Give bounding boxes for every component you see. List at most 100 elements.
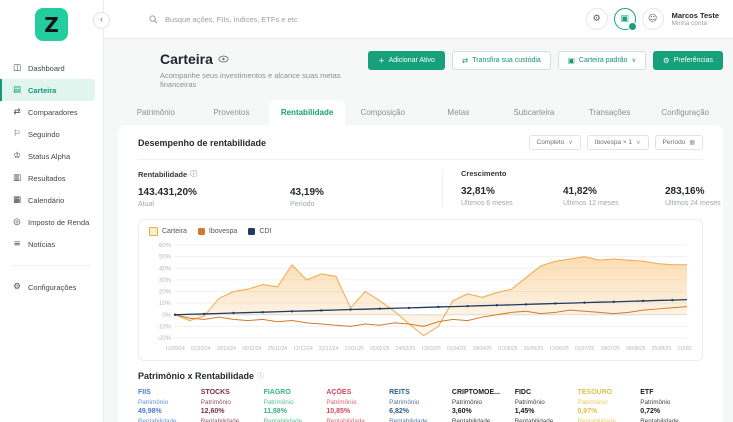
sidebar-item-seguindo[interactable]: ⚐ Seguindo: [0, 123, 103, 145]
svg-text:06/11/24: 06/11/24: [242, 346, 261, 352]
sidebar-item-label: Imposto de Renda: [28, 218, 89, 227]
search-input[interactable]: [163, 14, 357, 25]
header-button-adicionar-ativo[interactable]: + Adicionar Ativo: [368, 51, 445, 70]
topbar-icon-group: ⚙ ▣ ☺: [586, 8, 664, 30]
sidebar-item-carteira[interactable]: ▤Carteira: [0, 79, 95, 101]
sidebar-item-noticias[interactable]: ≡Notícias: [0, 233, 103, 255]
sidebar-item-label: Resultados: [28, 174, 66, 183]
legend-item-cdi[interactable]: CDI: [248, 228, 271, 235]
info-icon[interactable]: ⓘ: [190, 169, 197, 179]
search-icon: [149, 15, 158, 24]
svg-text:25/08/25: 25/08/25: [652, 346, 672, 352]
legend-swatch: [149, 227, 158, 236]
allocation-name: AÇÕES: [326, 388, 389, 398]
stat-caption: Últimos 6 meses: [461, 199, 563, 208]
svg-text:01/07/25: 01/07/25: [575, 346, 595, 352]
svg-text:01/10/24: 01/10/24: [191, 346, 211, 352]
gear-icon-button[interactable]: ⚙: [586, 8, 608, 30]
info-icon[interactable]: ⓘ: [257, 371, 264, 381]
tab-metas[interactable]: Metas: [421, 100, 497, 125]
svg-text:25/11/24: 25/11/24: [268, 346, 287, 352]
performance-chart: CarteiraIbovespaCDI 60%50%40%30%20%10%0%…: [138, 219, 703, 361]
svg-text:31/12/24: 31/12/24: [319, 346, 339, 352]
tab-proventos[interactable]: Proventos: [194, 100, 270, 125]
sidebar-item-comparadores[interactable]: ⇄Comparadores: [0, 101, 103, 123]
crescimento-stats: 32,81%Últimos 6 meses41,82%Últimos 12 me…: [461, 185, 723, 208]
rentabilidade-label: Rentabilidade: [326, 417, 389, 422]
svg-text:12/09/24: 12/09/24: [165, 346, 185, 352]
allocation-name: STOCKS: [201, 388, 264, 398]
briefcase-icon: ▣: [568, 56, 575, 65]
allocation-name: FIDC: [515, 388, 578, 398]
header-button-label: Adicionar Ativo: [389, 57, 435, 64]
tab-subcarteira[interactable]: Subcarteira: [496, 100, 572, 125]
sidebar: Z ‹ ◫Dashboard▤Carteira⇄Comparadores⚐Seg…: [0, 0, 104, 422]
stat-block: 43,19%Período: [290, 186, 442, 209]
rentabilidade-label: Rentabilidade: [201, 417, 264, 422]
sidebar-item-resultados[interactable]: ▥Resultados: [0, 167, 103, 189]
tab-composicao[interactable]: Composição: [345, 100, 421, 125]
legend-label: Ibovespa: [209, 228, 237, 235]
legend-swatch: [198, 228, 205, 235]
calendar-icon: ▦: [12, 195, 22, 205]
stat-caption: Últimos 24 meses: [665, 199, 723, 208]
stat-caption: Período: [290, 200, 442, 209]
settings-icon: ⚙: [12, 282, 22, 292]
patrimonio-value: 1,45%: [515, 407, 578, 417]
patrimonio-label: Patrimônio: [389, 398, 452, 407]
header-button-carteira-padrao[interactable]: ▣Carteira padrão∨: [558, 51, 646, 70]
stats-divider: [442, 171, 443, 207]
plus-icon: +: [378, 56, 384, 65]
filter-periodo[interactable]: Período▦: [655, 135, 703, 150]
allocation-item-criptomoe: CRIPTOMOE...Patrimônio3,60%Rentabilidade…: [452, 388, 515, 422]
app-logo[interactable]: Z: [35, 8, 68, 41]
svg-text:40%: 40%: [159, 266, 172, 272]
allocation-name: ETF: [640, 388, 703, 398]
stat-value: 43,19%: [290, 186, 442, 200]
stat-block: 143.431,20%Atual: [138, 186, 290, 209]
sidebar-item-configuracoes[interactable]: ⚙Configurações: [0, 276, 103, 298]
status-alpha-icon: ♔: [12, 151, 22, 161]
svg-text:07/05/25: 07/05/25: [498, 346, 518, 352]
allocation-item-acoes: AÇÕESPatrimônio10,85%Rentabilidade-94,65…: [326, 388, 389, 422]
patrimonio-value: 0,97%: [577, 407, 640, 417]
rentabilidade-label: Rentabilidade: [577, 417, 640, 422]
header-button-preferencias[interactable]: ⚙Preferências: [653, 51, 723, 70]
filter-completo[interactable]: Completo∨: [529, 135, 581, 150]
header-button-transfira-sua-custodia[interactable]: ⇄Transfira sua custódia: [452, 51, 551, 70]
sidebar-nav: ◫Dashboard▤Carteira⇄Comparadores ⚐ Seguind…: [0, 57, 103, 255]
sidebar-collapse-button[interactable]: ‹: [93, 12, 110, 29]
filter-ibovespa-1[interactable]: Ibovespa × 1∨: [587, 135, 649, 150]
user-menu[interactable]: Marcos Teste Minha conta: [672, 11, 719, 28]
sidebar-item-dashboard[interactable]: ◫Dashboard: [0, 57, 103, 79]
page-header: Carteira Acompanhe seus investimentos e …: [103, 38, 733, 89]
stat-block: 283,16%Últimos 24 meses: [665, 185, 723, 208]
sidebar-divider: [12, 265, 91, 266]
sidebar-item-imposto-de-renda[interactable]: ◎Imposto de Renda: [0, 211, 103, 233]
svg-text:-10%: -10%: [157, 324, 172, 330]
sidebar-item-calendario[interactable]: ▦Calendário: [0, 189, 103, 211]
tab-configuracao[interactable]: Configuração: [647, 100, 723, 125]
svg-text:30%: 30%: [159, 278, 172, 284]
legend-item-carteira[interactable]: Carteira: [149, 227, 187, 236]
legend-item-ibovespa[interactable]: Ibovespa: [198, 228, 237, 235]
allocation-item-tesouro: TESOUROPatrimônio0,97%Rentabilidade8,39%: [577, 388, 640, 422]
chevron-down-icon: ∨: [632, 57, 636, 64]
calendar-icon: ▦: [689, 139, 695, 146]
allocation-item-fiis: FIISPatrimônio49,98%Rentabilidade165,85%: [138, 388, 201, 422]
page-title: Carteira: [160, 51, 213, 67]
tab-rentabilidade[interactable]: Rentabilidade: [269, 100, 345, 125]
sidebar-item-status-alpha[interactable]: ♔Status Alpha: [0, 145, 103, 167]
sidebar-item-label: Seguindo: [28, 130, 60, 139]
follow-icon: ⚐: [12, 129, 22, 139]
eye-icon[interactable]: [218, 55, 229, 63]
portfolio-icon-button[interactable]: ▣: [614, 8, 636, 30]
patrimonio-label: Patrimônio: [452, 398, 515, 407]
stat-value: 41,82%: [563, 185, 665, 199]
tab-bar: PatrimônioProventosRentabilidadeComposiç…: [118, 100, 723, 125]
user-icon-button[interactable]: ☺: [642, 8, 664, 30]
allocation-header: Patrimônio x Rentabilidade ⓘ: [138, 361, 703, 388]
allocation-name: FIAGRO: [264, 388, 327, 398]
tab-patrimonio[interactable]: Patrimônio: [118, 100, 194, 125]
tab-transacoes[interactable]: Transações: [572, 100, 648, 125]
